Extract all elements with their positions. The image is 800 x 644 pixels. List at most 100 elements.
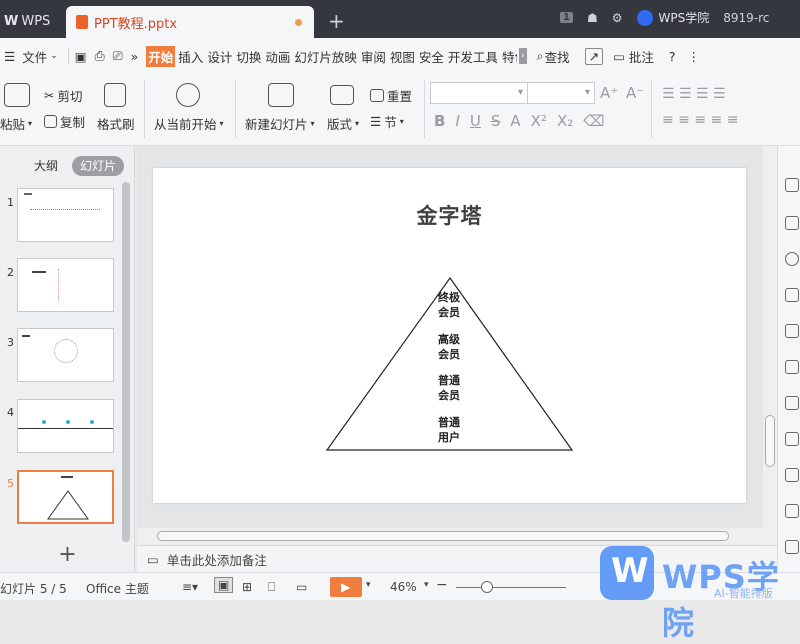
align-icons[interactable]: ≡ ≡ ≡ ≡ ≡: [662, 112, 738, 128]
underline-icon[interactable]: U: [470, 112, 481, 130]
more-options-icon[interactable]: ⋮: [688, 49, 701, 64]
settings-icon[interactable]: ⚙: [612, 11, 623, 25]
design-icon[interactable]: [785, 178, 799, 192]
file-menu[interactable]: 文件: [21, 47, 48, 66]
presenter-view-icon[interactable]: ▭: [296, 580, 307, 594]
selection-icon[interactable]: [785, 216, 799, 230]
copy-button[interactable]: 复制: [44, 112, 85, 131]
paste-button[interactable]: 粘贴 ▾: [0, 114, 32, 133]
zoom-slider-track[interactable]: [456, 587, 566, 588]
new-slide-icon[interactable]: [268, 83, 294, 107]
subscript-icon[interactable]: X₂: [557, 112, 573, 130]
slide-canvas[interactable]: 金字塔 终极 会员 高级 会员 普通 会员 普通 用户: [153, 168, 746, 503]
chevron-down-icon[interactable]: ▾: [424, 580, 429, 590]
window-count-badge[interactable]: 1: [560, 12, 573, 23]
media-icon[interactable]: [785, 432, 799, 446]
export-icon[interactable]: ⎙: [95, 48, 105, 64]
add-slide-button[interactable]: +: [0, 540, 135, 572]
layout-icon[interactable]: [330, 85, 354, 105]
comment-button[interactable]: 批注: [628, 47, 655, 66]
menu-tab-special[interactable]: 特色: [501, 47, 517, 66]
menu-tab-view[interactable]: 视图: [389, 47, 416, 66]
wps-home-tab[interactable]: W WPS: [0, 5, 60, 38]
menu-tab-transition[interactable]: 切换: [235, 47, 262, 66]
pyramid-level-2[interactable]: 高级 会员: [429, 332, 469, 362]
reset-button[interactable]: 重置: [370, 86, 412, 105]
skin-icon[interactable]: ☗: [587, 11, 598, 25]
slide-thumbnail-3[interactable]: [17, 328, 114, 382]
style-icon[interactable]: [785, 324, 799, 338]
pyramid-level-1[interactable]: 终极 会员: [429, 290, 469, 320]
slide-thumbnail-4[interactable]: [17, 399, 114, 453]
menu-tab-home[interactable]: 开始: [146, 45, 176, 67]
hamburger-icon[interactable]: ☰: [4, 49, 15, 64]
menu-tab-insert[interactable]: 插入: [177, 47, 204, 66]
layout-button[interactable]: 版式 ▾: [327, 114, 359, 133]
menu-scroll-right-icon[interactable]: ›: [518, 48, 527, 64]
menu-tab-security[interactable]: 安全: [418, 47, 445, 66]
search-button[interactable]: 查找: [544, 47, 571, 66]
font-shrink-button[interactable]: A⁻: [626, 84, 644, 102]
notes-toggle-icon[interactable]: ≡▾: [182, 580, 198, 594]
picture-icon[interactable]: [785, 468, 799, 482]
slide-sorter-icon[interactable]: ⊞: [242, 580, 252, 594]
horizontal-scroll-thumb[interactable]: [157, 531, 729, 541]
font-name-select[interactable]: ▾: [430, 82, 528, 104]
font-size-select[interactable]: ▾: [527, 82, 595, 104]
zoom-slider-handle[interactable]: [481, 581, 493, 593]
clear-format-icon[interactable]: ⌫: [583, 112, 604, 130]
italic-icon[interactable]: I: [455, 112, 459, 130]
reading-view-icon[interactable]: ⎕: [268, 580, 275, 595]
share-icon[interactable]: ↗: [584, 47, 604, 65]
menu-tab-slideshow[interactable]: 幻灯片放映: [293, 47, 358, 66]
chevron-down-icon[interactable]: ▾: [366, 580, 371, 590]
bold-icon[interactable]: B: [434, 112, 445, 130]
cut-button[interactable]: ✂ 剪切: [44, 86, 83, 105]
format-painter-button[interactable]: 格式刷: [97, 114, 135, 133]
search-icon[interactable]: ⌕: [537, 48, 544, 64]
tab-slides[interactable]: 幻灯片: [72, 156, 125, 176]
menu-tab-design[interactable]: 设计: [206, 47, 233, 66]
user-id-label[interactable]: 8919-rc: [723, 11, 769, 25]
section-button[interactable]: ☰ 节 ▾: [370, 112, 404, 131]
format-painter-icon[interactable]: [104, 83, 126, 107]
slide-thumbnail-1[interactable]: [17, 188, 114, 242]
normal-view-icon[interactable]: ▣: [214, 577, 234, 593]
bullet-list-icon[interactable]: ☰ ☰ ☰ ☰: [662, 86, 726, 102]
new-slide-button[interactable]: 新建幻灯片 ▾: [245, 114, 315, 133]
font-color-icon[interactable]: A: [510, 112, 520, 130]
slide-title[interactable]: 金字塔: [153, 200, 746, 230]
slide-thumbnail-5[interactable]: [17, 470, 114, 524]
more-icon[interactable]: »: [131, 49, 139, 64]
menu-tab-developer[interactable]: 开发工具: [447, 47, 499, 66]
new-tab-button[interactable]: +: [328, 9, 345, 33]
wps-academy-button[interactable]: WPS学院: [636, 9, 709, 26]
menu-tab-animation[interactable]: 动画: [264, 47, 291, 66]
zoom-level[interactable]: 46%: [390, 580, 417, 594]
font-grow-button[interactable]: A⁺: [600, 84, 618, 102]
zoom-out-button[interactable]: −: [436, 577, 448, 593]
property-icon[interactable]: [785, 288, 799, 302]
theme-name[interactable]: Office 主题: [86, 580, 149, 597]
share-icon[interactable]: [785, 396, 799, 410]
slide-thumbnail-2[interactable]: [17, 258, 114, 312]
pyramid-level-4[interactable]: 普通 用户: [429, 415, 469, 445]
vertical-scroll-thumb[interactable]: [765, 415, 775, 467]
shape-icon[interactable]: [785, 252, 799, 266]
document-tab[interactable]: PPT教程.pptx: [66, 6, 314, 38]
play-slideshow-button[interactable]: ▶: [330, 577, 362, 597]
image-icon[interactable]: [785, 360, 799, 374]
menu-tab-review[interactable]: 审阅: [360, 47, 387, 66]
help-button[interactable]: ?: [669, 49, 676, 64]
strikethrough-icon[interactable]: S: [491, 112, 501, 130]
play-icon[interactable]: [176, 83, 200, 107]
paste-icon[interactable]: [4, 83, 30, 107]
print-icon[interactable]: ⎚: [113, 48, 123, 64]
comment-icon[interactable]: ▭: [613, 49, 625, 64]
audio-icon[interactable]: [785, 504, 799, 518]
save-icon[interactable]: ▣: [75, 49, 87, 64]
play-from-current-button[interactable]: 从当前开始 ▾: [154, 114, 224, 133]
superscript-icon[interactable]: X²: [531, 112, 547, 130]
chevron-down-icon[interactable]: ⌄: [50, 51, 58, 61]
tab-outline[interactable]: 大纲: [26, 156, 66, 176]
